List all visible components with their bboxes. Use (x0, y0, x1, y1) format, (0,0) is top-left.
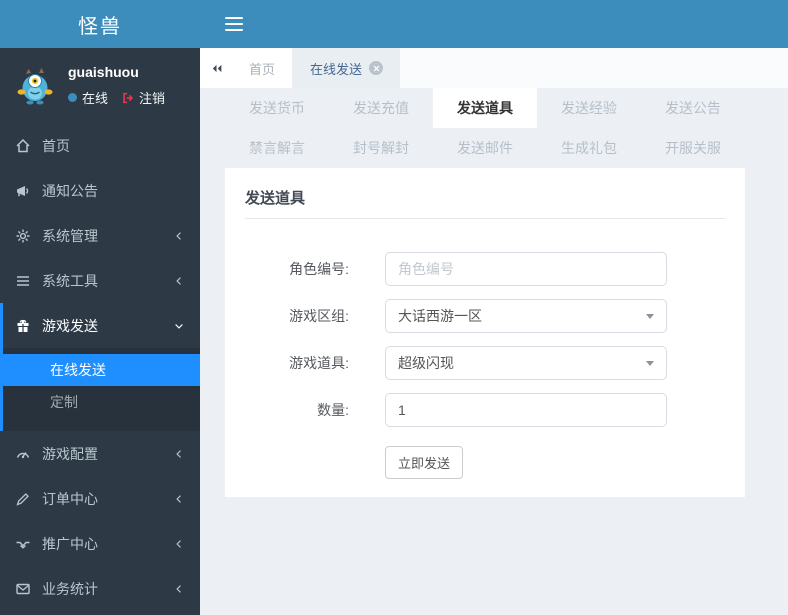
home-icon (15, 138, 32, 154)
sidebar-item-label: 业务统计 (42, 580, 98, 597)
page-tab-online-send[interactable]: 在线发送 (293, 48, 401, 88)
page-tabbar: 首页 在线发送 (200, 48, 788, 88)
sidebar-item-system-admin[interactable]: 系统管理 (0, 213, 200, 258)
form-row-role-id: 角色编号: (245, 252, 725, 286)
func-tab-open-close-server[interactable]: 开服关服 (641, 128, 745, 168)
sidebar-subitem-online-send[interactable]: 在线发送 (3, 354, 200, 386)
gauge-icon (15, 446, 32, 462)
user-meta: guaishuou 在线 注销 (68, 61, 165, 107)
func-tab-ban-unban[interactable]: 封号解封 (329, 128, 433, 168)
sidebar-item-label: 通知公告 (42, 182, 98, 199)
zone-label: 游戏区组: (289, 308, 349, 324)
main-area: 首页 在线发送 发送货币 发送充值 发送道具 发送经验 发送公告 禁言解言 封号… (200, 0, 788, 615)
sidebar-item-system-tools[interactable]: 系统工具 (0, 258, 200, 303)
monster-avatar (17, 68, 53, 105)
logout-icon (123, 92, 134, 103)
sidebar-item-label: 系统管理 (42, 227, 98, 244)
sidebar-item-label: 系统工具 (42, 272, 98, 289)
func-tab-send-exp[interactable]: 发送经验 (537, 88, 641, 128)
item-select[interactable]: 超级闪现 (385, 346, 667, 380)
bars-icon (15, 273, 32, 289)
qty-input[interactable] (385, 393, 667, 427)
tabs-collapse-button[interactable] (200, 48, 232, 88)
sidebar-item-label: 首页 (42, 137, 70, 154)
send-item-panel: 发送道具 角色编号: 游戏区组: 大话西游一区 游戏道具 (225, 168, 745, 497)
item-select-value: 超级闪现 (398, 355, 454, 371)
double-left-arrow-icon (212, 64, 221, 72)
sidebar-subitem-custom[interactable]: 定制 (3, 386, 200, 418)
chevron-left-icon (173, 583, 185, 595)
func-tab-gen-giftpack[interactable]: 生成礼包 (537, 128, 641, 168)
user-panel: guaishuou 在线 注销 (0, 48, 200, 123)
func-tab-send-mail[interactable]: 发送邮件 (433, 128, 537, 168)
form-row-qty: 数量: (245, 393, 725, 427)
game-send-submenu: 在线发送 定制 (3, 348, 200, 431)
func-tab-send-announcement[interactable]: 发送公告 (641, 88, 745, 128)
chevron-down-icon (173, 320, 185, 332)
tab-close-icon[interactable] (369, 61, 384, 75)
send-item-form: 角色编号: 游戏区组: 大话西游一区 游戏道具: 超级闪现 (245, 252, 725, 479)
zone-select[interactable]: 大话西游一区 (385, 299, 667, 333)
gift-icon (15, 318, 32, 334)
chevron-left-icon (173, 230, 185, 242)
sidebar-group-game-send: 游戏发送 在线发送 定制 (0, 303, 200, 431)
item-label: 游戏道具: (289, 355, 349, 371)
online-status-label: 在线 (82, 91, 109, 106)
send-now-button[interactable]: 立即发送 (385, 446, 464, 479)
logout-label: 注销 (139, 91, 166, 106)
top-header (200, 0, 788, 48)
form-row-item: 游戏道具: 超级闪现 (245, 346, 725, 380)
func-tab-send-currency[interactable]: 发送货币 (225, 88, 329, 128)
chevron-left-icon (173, 448, 185, 460)
func-tab-send-item[interactable]: 发送道具 (433, 88, 537, 128)
role-id-label: 角色编号: (289, 261, 349, 277)
chevron-left-icon (173, 275, 185, 287)
form-row-zone: 游戏区组: 大话西游一区 (245, 299, 725, 333)
sidebar-item-label: 游戏配置 (42, 445, 98, 462)
sidebar-item-label: 推广中心 (42, 535, 98, 552)
user-name: guaishuou (68, 64, 139, 80)
page-tab-home[interactable]: 首页 (232, 48, 294, 88)
page-tab-label: 在线发送 (310, 61, 363, 77)
sidebar-menu: 首页 通知公告 系统管理 系统工具 游戏发送 在线发送 定制 游戏配置 订单中心… (0, 123, 200, 615)
caret-down-icon (646, 314, 654, 319)
chevron-left-icon (173, 493, 185, 505)
sidebar-item-promo-center[interactable]: 推广中心 (0, 521, 200, 566)
sidebar-item-label: 游戏发送 (42, 317, 98, 334)
role-id-input[interactable] (385, 252, 667, 286)
handshake-icon (15, 536, 32, 552)
bullhorn-icon (15, 183, 32, 199)
logout-link[interactable]: 注销 (121, 88, 165, 107)
function-tab-grid: 发送货币 发送充值 发送道具 发送经验 发送公告 禁言解言 封号解封 发送邮件 … (225, 88, 745, 168)
gear-icon (15, 228, 32, 244)
envelope-icon (15, 581, 32, 597)
zone-select-value: 大话西游一区 (398, 308, 482, 324)
sidebar-item-game-send[interactable]: 游戏发送 (3, 303, 200, 348)
content-area: 发送货币 发送充值 发送道具 发送经验 发送公告 禁言解言 封号解封 发送邮件 … (200, 88, 788, 615)
sidebar-item-business-stats[interactable]: 业务统计 (0, 566, 200, 611)
sidebar-item-game-config[interactable]: 游戏配置 (0, 431, 200, 476)
pencil-icon (15, 491, 32, 507)
sidebar-toggle-button[interactable] (225, 13, 243, 35)
sidebar-item-order-center[interactable]: 订单中心 (0, 476, 200, 521)
panel-title: 发送道具 (245, 187, 725, 219)
sidebar-item-label: 订单中心 (42, 490, 98, 507)
app-window: 怪兽 guaishuou 在线 注销 首页 通知公告 系统管理 系统工具 游戏发… (0, 0, 788, 615)
func-tab-send-recharge[interactable]: 发送充值 (329, 88, 433, 128)
sidebar-item-notice[interactable]: 通知公告 (0, 168, 200, 213)
sidebar-item-home[interactable]: 首页 (0, 123, 200, 168)
caret-down-icon (646, 361, 654, 366)
user-status-row: 在线 注销 (68, 88, 165, 107)
chevron-left-icon (173, 538, 185, 550)
page-tab-label: 首页 (249, 61, 276, 77)
func-tab-mute-unmute[interactable]: 禁言解言 (225, 128, 329, 168)
sidebar: 怪兽 guaishuou 在线 注销 首页 通知公告 系统管理 系统工具 游戏发… (0, 0, 200, 615)
qty-label: 数量: (317, 402, 349, 418)
app-logo: 怪兽 (0, 0, 200, 48)
online-status-icon (68, 93, 77, 102)
submit-row: 立即发送 (385, 446, 725, 479)
